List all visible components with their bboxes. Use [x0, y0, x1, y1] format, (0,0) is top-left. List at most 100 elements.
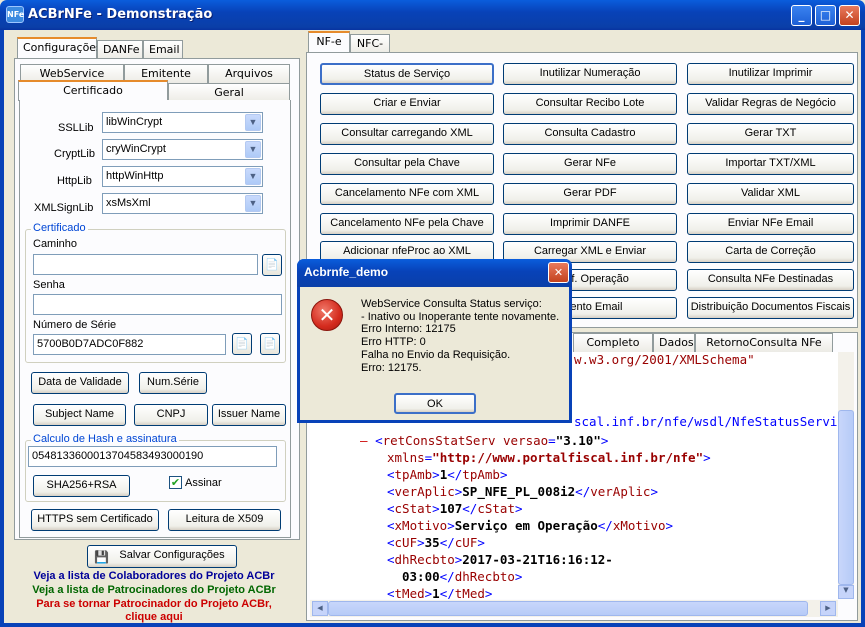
copy-cert-icon[interactable]: 📄	[260, 333, 280, 355]
scroll-down-icon[interactable]: ▼	[838, 585, 854, 599]
ssllib-select[interactable]: libWinCrypt ▼	[102, 112, 263, 133]
window-title: ACBrNFe - Demonstração	[28, 7, 213, 22]
subject-name-button[interactable]: Subject Name	[33, 404, 126, 426]
serie-label: Número de Série	[33, 319, 117, 331]
action-button-consultar-carregando-xml[interactable]: Consultar carregando XML	[320, 123, 494, 145]
tab-dados[interactable]: Dados	[653, 333, 695, 352]
action-button-validar-xml[interactable]: Validar XML	[687, 183, 854, 205]
xml-line-xmlns: xmlns="http://www.portalfiscal.inf.br/nf…	[387, 450, 711, 465]
httplib-label: HttpLib	[57, 175, 92, 187]
dialog-line: WebService Consulta Status serviço:	[361, 298, 542, 310]
serie-input[interactable]: 5700B0D7ADC0F882	[33, 334, 226, 355]
tab-certificado[interactable]: Certificado	[18, 80, 168, 101]
action-button-inutilizar-numeracao[interactable]: Inutilizar Numeração	[503, 63, 677, 85]
xmlsignlib-label: XMLSignLib	[34, 202, 94, 214]
xml-line-dhrecbto: <dhRecbto>2017-03-21T16:16:12-	[387, 552, 613, 567]
xmlsignlib-select[interactable]: xsMsXml ▼	[102, 193, 263, 214]
leitura-x509-button[interactable]: Leitura de X509	[168, 509, 281, 531]
senha-input[interactable]	[33, 294, 282, 315]
clique-aqui-link[interactable]: clique aqui	[16, 611, 292, 623]
action-button-cancelamento-nfe-pela-chave[interactable]: Cancelamento NFe pela Chave	[320, 213, 494, 235]
https-sem-certificado-button[interactable]: HTTPS sem Certificado	[31, 509, 159, 531]
action-button-carta-de-correcao[interactable]: Carta de Correção	[687, 241, 854, 263]
chevron-down-icon[interactable]: ▼	[245, 114, 261, 131]
minimize-button[interactable]: _	[791, 5, 812, 26]
browse-file-icon[interactable]: 📄	[262, 254, 282, 276]
action-button-criar-e-enviar[interactable]: Criar e Enviar	[320, 93, 494, 115]
data-validade-button[interactable]: Data de Validade	[31, 372, 129, 394]
action-button-consultar-recibo-lote[interactable]: Consultar Recibo Lote	[503, 93, 677, 115]
action-button-consulta-nfe-destinadas[interactable]: Consulta NFe Destinadas	[687, 269, 854, 291]
xml-line-tmed: <tMed>1</tMed>	[387, 586, 493, 599]
assinar-label: Assinar	[185, 477, 222, 489]
assinar-checkbox[interactable]: ✔	[169, 476, 182, 489]
action-button-gerar-pdf[interactable]: Gerar PDF	[503, 183, 677, 205]
action-button-inutilizar-imprimir[interactable]: Inutilizar Imprimir	[687, 63, 854, 85]
action-button-consulta-cadastro[interactable]: Consulta Cadastro	[503, 123, 677, 145]
cnpj-button[interactable]: CNPJ	[134, 404, 208, 426]
dialog-message: WebService Consulta Status serviço: - In…	[361, 298, 559, 374]
sha256-rsa-button[interactable]: SHA256+RSA	[33, 475, 130, 497]
cryptlib-select[interactable]: cryWinCrypt ▼	[102, 139, 263, 160]
chevron-down-icon[interactable]: ▼	[245, 141, 261, 158]
save-icon: 💾	[94, 550, 109, 564]
xml-horizontal-thumb[interactable]	[328, 601, 808, 616]
chevron-down-icon[interactable]: ▼	[245, 168, 261, 185]
ssllib-value: libWinCrypt	[106, 116, 163, 128]
action-button-gerar-nfe[interactable]: Gerar NFe	[503, 153, 677, 175]
tornar-patrocinador-link[interactable]: Para se tornar Patrocinador do Projeto A…	[16, 598, 292, 610]
tab-retorno-consulta[interactable]: RetornoConsulta NFe 2.01	[695, 333, 833, 366]
dialog-line: Falha no Envio da Requisição.	[361, 348, 511, 361]
scroll-right-icon[interactable]: ▶	[820, 601, 836, 616]
app-icon: NFe	[6, 6, 24, 23]
action-button-importar-txt-xml[interactable]: Importar TXT/XML	[687, 153, 854, 175]
tab-nfce[interactable]: NFC-e	[350, 34, 390, 67]
action-button-imprimir-danfe[interactable]: Imprimir DANFE	[503, 213, 677, 235]
action-button-distribuicao-documentos-fiscais[interactable]: Distribuição Documentos Fiscais	[687, 297, 854, 319]
caminho-label: Caminho	[33, 238, 78, 250]
httplib-select[interactable]: httpWinHttp ▼	[102, 166, 263, 187]
senha-label: Senha	[33, 279, 65, 291]
tab-email[interactable]: Email	[143, 40, 183, 59]
action-button-validar-regras-de-negocio[interactable]: Validar Regras de Negócio	[687, 93, 854, 115]
dialog-line: Erro Interno: 12175	[361, 323, 456, 336]
error-icon: ✕	[311, 299, 343, 331]
colaboradores-link[interactable]: Veja a lista de Colaboradores do Projeto…	[16, 570, 292, 582]
patrocinadores-link[interactable]: Veja a lista de Patrocinadores do Projet…	[16, 584, 292, 596]
action-button-gerar-txt[interactable]: Gerar TXT	[687, 123, 854, 145]
tab-configuracoes[interactable]: Configurações	[17, 37, 102, 58]
chevron-down-icon[interactable]: ▼	[245, 195, 261, 212]
hash-input[interactable]: 05481336000137045834930001​90	[28, 446, 277, 467]
salvar-label: Salvar Configurações	[119, 549, 225, 561]
xml-line-wsdl: scal.inf.br/nfe/wsdl/NfeStatusServic	[574, 414, 838, 429]
tab-completo-ws[interactable]: Completo WS	[573, 333, 653, 366]
action-button-enviar-nfe-email[interactable]: Enviar NFe Email	[687, 213, 854, 235]
ok-button[interactable]: OK	[394, 393, 476, 414]
xml-line-veraplic: <verAplic>SP_NFE_PL_008i2</verAplic>	[387, 484, 658, 499]
dialog-title: Acbrnfe_demo	[304, 265, 389, 279]
xml-line-tpamb: <tpAmb>1</tpAmb>	[387, 467, 508, 482]
action-button-status-de-servico[interactable]: Status de Serviço	[320, 63, 494, 85]
maximize-button[interactable]: □	[815, 5, 836, 26]
hash-group-title: Calculo de Hash e assinatura	[31, 433, 179, 445]
dialog-line: - Inativo ou Inoperante tente novamente.	[361, 310, 560, 323]
dialog-line: Erro: 12175.	[361, 361, 422, 374]
action-button-cancelamento-nfe-com-xml[interactable]: Cancelamento NFe com XML	[320, 183, 494, 205]
close-button[interactable]: ✕	[839, 5, 860, 26]
issuer-name-button[interactable]: Issuer Name	[212, 404, 286, 426]
tab-arquivos[interactable]: Arquivos	[208, 64, 290, 83]
action-button-consultar-pela-chave[interactable]: Consultar pela Chave	[320, 153, 494, 175]
xml-line-retconsstatserv: – <retConsStatServ versao="3.10">	[360, 433, 609, 448]
dialog-close-button[interactable]: ✕	[548, 262, 569, 283]
xml-line-cuf: <cUF>35</cUF>	[387, 535, 485, 550]
httplib-value: httpWinHttp	[106, 170, 164, 182]
lookup-cert-icon[interactable]: 📄	[232, 333, 252, 355]
tab-danfe[interactable]: DANFe	[97, 40, 143, 59]
scroll-left-icon[interactable]: ◀	[312, 601, 328, 616]
salvar-configuracoes-button[interactable]: 💾 Salvar Configurações	[87, 545, 237, 568]
num-serie-button[interactable]: Num.Série	[139, 372, 207, 394]
caminho-input[interactable]	[33, 254, 258, 275]
ssllib-label: SSLLib	[58, 122, 94, 134]
xml-vertical-thumb[interactable]	[838, 410, 854, 585]
tab-nfe[interactable]: NF-e	[308, 31, 350, 52]
